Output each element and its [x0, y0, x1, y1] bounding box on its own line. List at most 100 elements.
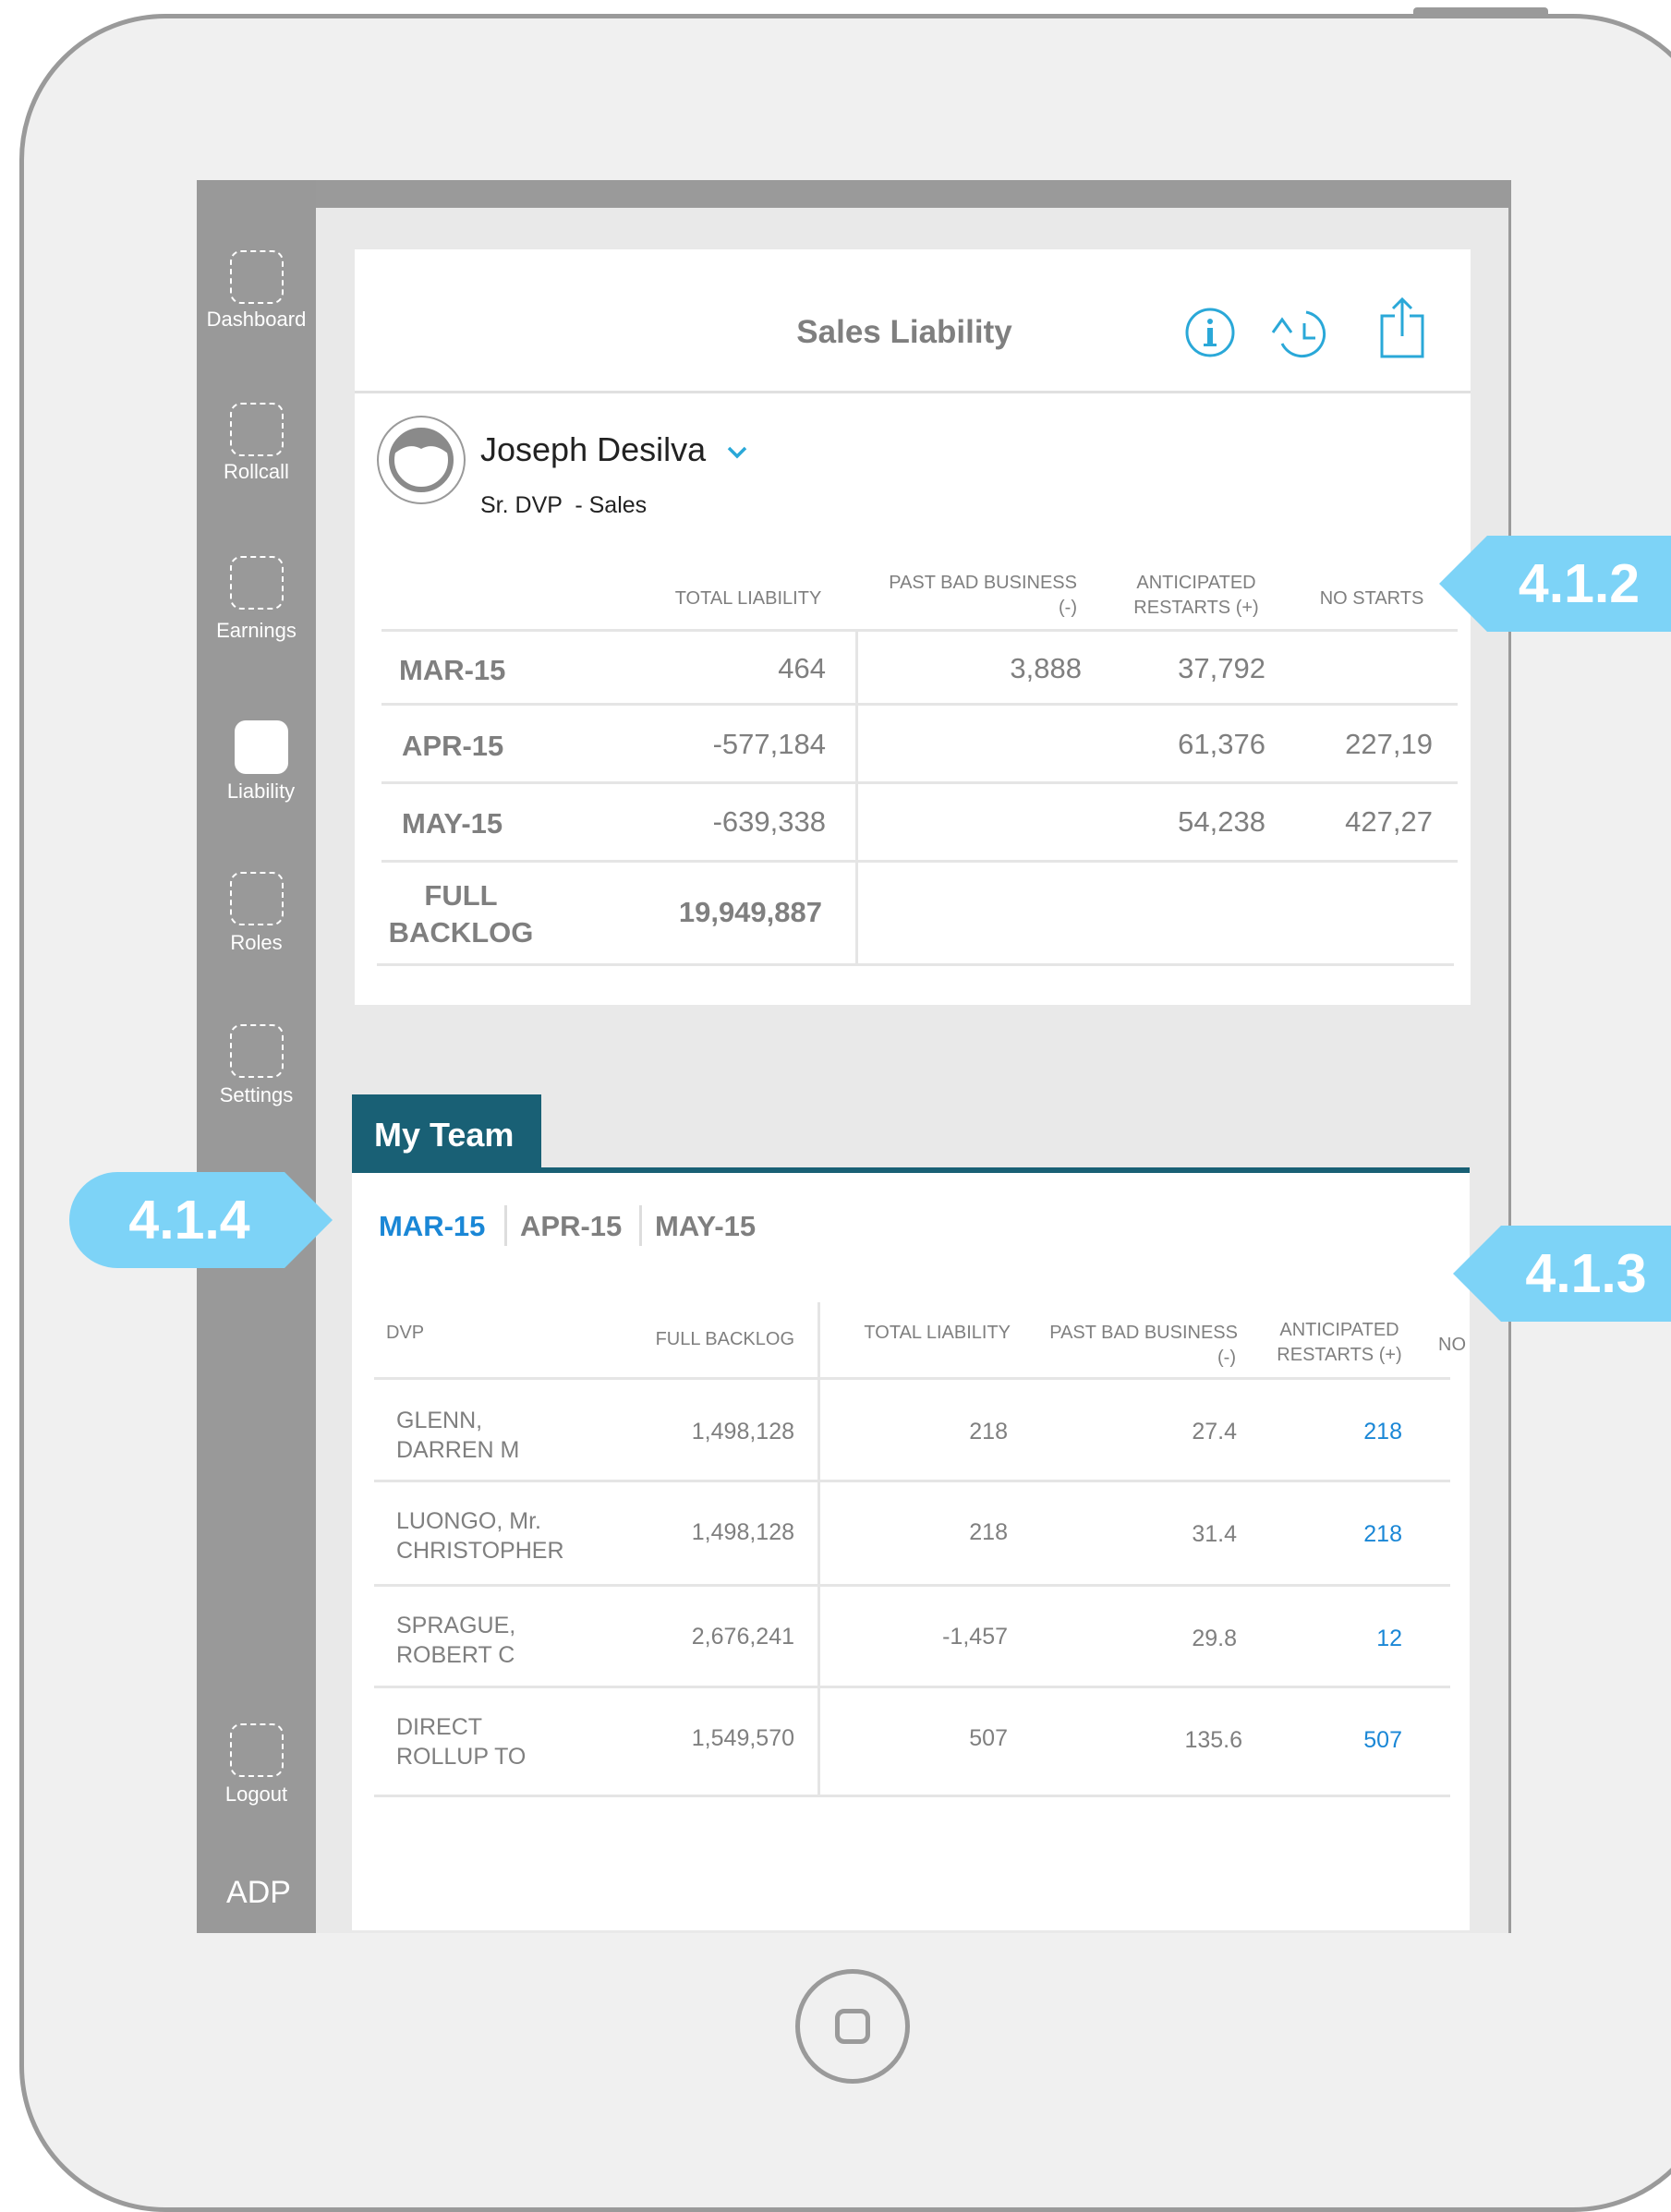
row-total-liability: 218 [969, 1519, 1008, 1545]
tab-separator [504, 1205, 507, 1246]
share-button[interactable] [1378, 296, 1426, 360]
full-backlog-label: FULL BACKLOG [388, 879, 534, 949]
liability-icon [234, 720, 288, 774]
row-anticipated-restarts: 54,238 [1178, 805, 1265, 838]
row-anticipated-restarts-link[interactable]: 218 [1298, 1419, 1402, 1445]
tab-month-mar-15[interactable]: MAR-15 [379, 1210, 485, 1243]
row-dvp-name: SPRAGUE, ROBERT C [396, 1613, 516, 1668]
col-total-liability: TOTAL LIABILITY [674, 588, 822, 609]
sidebar-item-logout[interactable]: Logout [197, 1723, 316, 1807]
settings-icon [229, 1024, 284, 1078]
row-month: APR-15 [402, 730, 504, 762]
tab-month-apr-15[interactable]: APR-15 [520, 1210, 622, 1243]
dashboard-icon [229, 250, 284, 304]
sidebar-item-roles[interactable]: Roles [197, 872, 316, 955]
callout-4-1-4: 4.1.4 [69, 1172, 333, 1268]
table-row: MAR-15 464 3,888 37,792 [381, 632, 1458, 704]
col-full-backlog: FULL BACKLOG [655, 1329, 794, 1349]
home-icon [835, 2009, 870, 2044]
table-row[interactable]: SPRAGUE, ROBERT C 2,676,241 -1,457 29.8 … [374, 1587, 1450, 1686]
user-dropdown[interactable] [726, 438, 748, 466]
row-anticipated-restarts: 37,792 [1178, 652, 1265, 684]
col-total-liability: TOTAL LIABILITY [864, 1323, 1011, 1343]
col-anticipated-restarts: ANTICIPATED RESTARTS (+) [1133, 573, 1259, 618]
row-total-liability: -1,457 [942, 1624, 1008, 1650]
row-past-bad-business: 27.4 [1192, 1419, 1237, 1444]
row-full-backlog: 1,498,128 [691, 1519, 794, 1545]
row-anticipated-restarts: 61,376 [1178, 728, 1265, 760]
user-avatar-icon [389, 428, 454, 492]
table-row: APR-15 -577,184 61,376 227,19 [381, 706, 1458, 781]
row-month: MAR-15 [399, 654, 506, 686]
user-name: Joseph Desilva [480, 430, 707, 468]
header-divider [355, 391, 1471, 393]
row-past-bad-business: 3,888 [1010, 652, 1082, 684]
col-no-starts: NO STARTS [1319, 588, 1424, 609]
tab-month-may-15[interactable]: MAY-15 [655, 1210, 756, 1243]
row-dvp-name: LUONGO, Mr. CHRISTOPHER [396, 1508, 564, 1564]
row-dvp-name: GLENN, DARREN M [396, 1408, 520, 1463]
user-role: Sr. DVP - Sales [480, 492, 648, 518]
row-total-liability: 507 [969, 1725, 1008, 1751]
row-total-liability: 218 [969, 1419, 1008, 1444]
sidebar-item-dashboard[interactable]: Dashboard [197, 250, 316, 332]
row-past-bad-business: 135.6 [1184, 1727, 1242, 1753]
row-anticipated-restarts-link[interactable]: 218 [1298, 1521, 1402, 1548]
brand-logo: ADP [226, 1875, 291, 1910]
col-no: NO [1438, 1335, 1466, 1355]
sidebar-item-rollcall[interactable]: Rollcall [197, 403, 316, 484]
table-row[interactable]: GLENN, DARREN M 1,498,128 218 27.4 218 [374, 1380, 1450, 1480]
team-header-bar [352, 1167, 1470, 1173]
callout-label: 4.1.3 [1525, 1243, 1647, 1304]
sidebar-item-settings[interactable]: Settings [197, 1024, 316, 1107]
info-button[interactable] [1184, 307, 1236, 358]
callout-4-1-3: 4.1.3 [1453, 1226, 1671, 1322]
earnings-icon [229, 556, 284, 610]
callout-4-1-2: 4.1.2 [1439, 536, 1671, 632]
row-full-backlog: 1,549,570 [691, 1725, 794, 1751]
row-total-liability: 464 [778, 652, 826, 684]
col-past-bad-business: PAST BAD BUSINESS (-) [1049, 1323, 1238, 1368]
sidebar-item-label: Liability [226, 780, 296, 803]
logout-icon [229, 1723, 284, 1777]
tab-my-team-label: My Team [374, 1116, 515, 1154]
row-past-bad-business: 31.4 [1192, 1521, 1237, 1547]
callout-label: 4.1.4 [128, 1190, 250, 1251]
sidebar-item-label: Logout [224, 1783, 288, 1806]
sidebar-item-liability[interactable]: Liability [201, 720, 321, 804]
sidebar-item-label: Rollcall [224, 460, 289, 483]
col-past-bad-business: PAST BAD BUSINESS (-) [889, 573, 1077, 618]
row-month: MAY-15 [402, 807, 503, 840]
roles-icon [229, 872, 284, 925]
sidebar-item-earnings[interactable]: Earnings [197, 556, 316, 643]
table-row: MAY-15 -639,338 54,238 427,27 [381, 784, 1458, 860]
row-total-liability: -577,184 [712, 728, 826, 760]
row-dvp-name: DIRECT ROLLUP TO [396, 1714, 527, 1770]
chevron-down-icon [727, 446, 747, 459]
row-anticipated-restarts-link[interactable]: 507 [1298, 1727, 1402, 1754]
row-past-bad-business: 29.8 [1192, 1626, 1237, 1651]
table-divider [377, 963, 1454, 966]
callout-label: 4.1.2 [1518, 553, 1641, 614]
share-icon [1380, 296, 1424, 358]
history-button[interactable] [1269, 307, 1330, 358]
status-bar [197, 180, 1511, 208]
tab-separator [639, 1205, 642, 1246]
row-no-starts: 227,19 [1345, 728, 1433, 760]
table-row-full-backlog: FULL BACKLOG 19,949,887 [377, 863, 1458, 964]
screen-edge [1508, 208, 1511, 1933]
table-row[interactable]: DIRECT ROLLUP TO 1,549,570 507 135.6 507 [374, 1688, 1450, 1795]
row-total-liability: -639,338 [712, 805, 826, 838]
row-anticipated-restarts-link[interactable]: 12 [1298, 1626, 1402, 1652]
history-icon [1271, 310, 1326, 358]
row-full-backlog: 2,676,241 [691, 1624, 794, 1650]
table-divider [374, 1795, 1450, 1797]
row-no-starts: 427,27 [1345, 805, 1433, 838]
table-row[interactable]: LUONGO, Mr. CHRISTOPHER 1,498,128 218 31… [374, 1482, 1450, 1584]
row-full-backlog: 1,498,128 [691, 1419, 794, 1444]
rollcall-icon [229, 403, 284, 456]
col-dvp: DVP [386, 1323, 425, 1343]
power-button [1413, 7, 1548, 17]
sidebar-item-label: Dashboard [206, 308, 307, 331]
avatar [377, 416, 466, 504]
